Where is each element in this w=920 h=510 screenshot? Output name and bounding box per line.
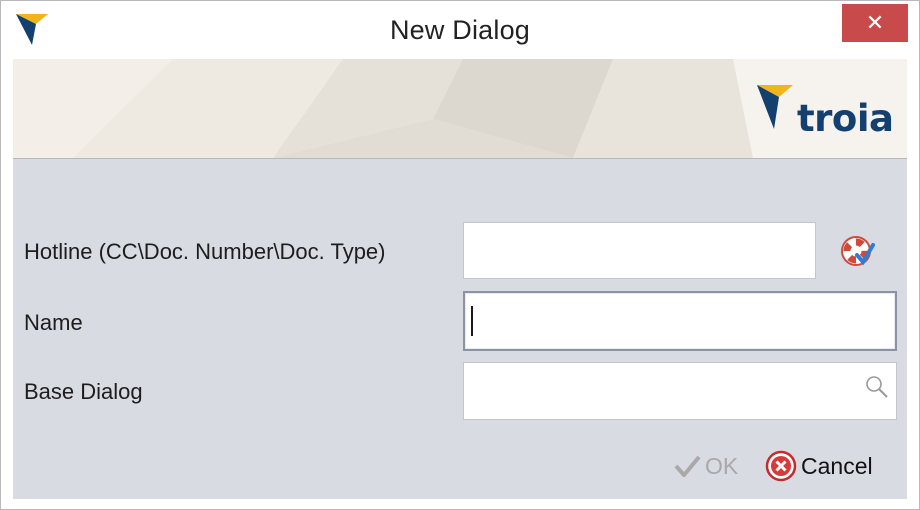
base-dialog-input[interactable] bbox=[463, 362, 897, 420]
cancel-label: Cancel bbox=[801, 452, 873, 479]
lifebuoy-check-icon[interactable] bbox=[839, 233, 875, 269]
brand-name: troia bbox=[797, 97, 894, 140]
title-bar: New Dialog ✕ bbox=[1, 1, 919, 59]
brand-logo: troia bbox=[755, 81, 895, 141]
form-area: Hotline (CC\Doc. Number\Doc. Type) Name … bbox=[13, 159, 907, 499]
name-label: Name bbox=[24, 310, 83, 335]
window-title: New Dialog bbox=[389, 15, 531, 45]
dialog-window: New Dialog ✕ troia Hotline (CC\Doc. Numb… bbox=[0, 0, 920, 510]
ok-button[interactable]: OK bbox=[673, 451, 738, 481]
ok-label: OK bbox=[705, 452, 739, 479]
brand-mark-icon bbox=[757, 85, 793, 129]
close-icon: ✕ bbox=[865, 10, 885, 35]
text-caret bbox=[471, 306, 473, 336]
hotline-label: Hotline (CC\Doc. Number\Doc. Type) bbox=[24, 239, 386, 264]
search-icon[interactable] bbox=[864, 374, 890, 400]
cancel-circle-icon bbox=[765, 450, 797, 482]
cancel-button[interactable]: Cancel bbox=[765, 449, 873, 483]
name-input[interactable] bbox=[463, 291, 897, 351]
header-banner: troia bbox=[13, 59, 907, 159]
hotline-input[interactable] bbox=[463, 222, 816, 279]
base-dialog-label: Base Dialog bbox=[24, 379, 143, 404]
check-icon bbox=[674, 455, 701, 477]
close-button[interactable]: ✕ bbox=[842, 4, 908, 42]
